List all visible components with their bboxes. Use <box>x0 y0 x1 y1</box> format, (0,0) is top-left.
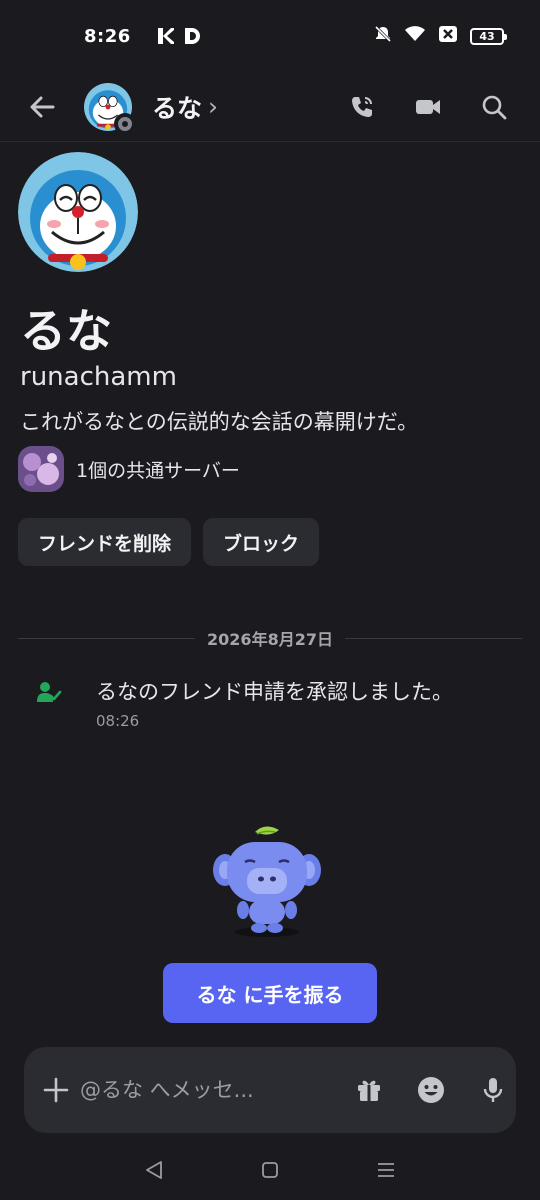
chevron-right-icon: › <box>208 92 219 121</box>
conversation-intro: これがるなとの伝説的な会話の幕開けだ。 <box>20 410 419 434</box>
system-message-body: るなのフレンド申請を承認しました。 08:26 <box>96 676 453 730</box>
gift-icon <box>358 1080 380 1101</box>
gift-button[interactable] <box>348 1069 390 1111</box>
triangle-back-icon <box>146 1161 162 1179</box>
nav-back-button[interactable] <box>134 1150 174 1190</box>
system-nav-bar <box>0 1140 540 1200</box>
search-icon <box>482 95 507 119</box>
offline-status-icon <box>114 112 136 135</box>
date-divider: 2026年8月27日 <box>18 624 522 652</box>
video-call-button[interactable] <box>406 85 450 129</box>
status-app-icons <box>157 27 201 45</box>
system-message-text: るなのフレンド申請を承認しました。 <box>96 680 453 704</box>
k-app-icon <box>157 27 175 45</box>
arrow-left-icon <box>30 96 55 117</box>
menu-lines-icon <box>378 1163 394 1177</box>
emoji-icon <box>418 1077 444 1103</box>
divider-line <box>18 637 196 639</box>
block-button[interactable]: ブロック <box>203 518 320 566</box>
header-actions <box>340 85 516 129</box>
profile-username: runachamm <box>20 362 177 392</box>
friend-accepted-icon <box>36 680 62 706</box>
wifi-icon <box>404 25 426 48</box>
header-avatar[interactable] <box>84 82 136 135</box>
d-app-icon <box>183 27 201 45</box>
voice-call-icon <box>352 96 372 117</box>
attach-button[interactable] <box>42 1067 70 1113</box>
mute-icon <box>374 25 392 48</box>
voice-call-button[interactable] <box>340 85 384 129</box>
status-bar: 8:26 43 <box>0 0 540 72</box>
system-message: るなのフレンド申請を承認しました。 08:26 <box>36 676 526 730</box>
wave-button[interactable]: るな に手を振る <box>163 963 377 1023</box>
dm-header: るな › <box>0 72 540 142</box>
mutual-servers[interactable]: 1個の共通サーバー <box>18 446 240 492</box>
status-time: 8:26 <box>84 25 131 47</box>
profile-display-name: るな <box>20 304 112 358</box>
message-composer <box>24 1047 516 1133</box>
remove-friend-button[interactable]: フレンドを削除 <box>18 518 192 566</box>
square-home-icon <box>262 1162 278 1178</box>
profile-actions: フレンドを削除 ブロック <box>18 518 320 566</box>
back-button[interactable] <box>20 85 64 129</box>
divider-line <box>344 637 522 639</box>
voice-message-button[interactable] <box>472 1069 514 1111</box>
close-box-icon <box>438 25 458 48</box>
microphone-icon <box>483 1078 503 1102</box>
message-input[interactable] <box>80 1067 348 1113</box>
system-message-time: 08:26 <box>96 712 140 730</box>
header-user[interactable]: るな › <box>152 89 218 125</box>
status-right: 43 <box>374 25 507 48</box>
battery-icon: 43 <box>470 27 507 45</box>
profile-avatar[interactable] <box>18 152 138 272</box>
date-label: 2026年8月27日 <box>207 630 333 649</box>
video-call-icon <box>416 99 440 114</box>
header-username: るな <box>152 93 203 123</box>
battery-level: 43 <box>479 29 495 43</box>
mutual-servers-label: 1個の共通サーバー <box>76 459 240 482</box>
plus-icon <box>43 1077 69 1103</box>
server-icon <box>18 446 64 492</box>
search-button[interactable] <box>472 85 516 129</box>
nav-recents-button[interactable] <box>366 1150 406 1190</box>
emoji-button[interactable] <box>410 1069 452 1111</box>
composer-actions <box>348 1069 514 1111</box>
wumpus-illustration <box>205 822 335 940</box>
doraemon-avatar-image <box>18 152 138 272</box>
nav-home-button[interactable] <box>250 1150 290 1190</box>
